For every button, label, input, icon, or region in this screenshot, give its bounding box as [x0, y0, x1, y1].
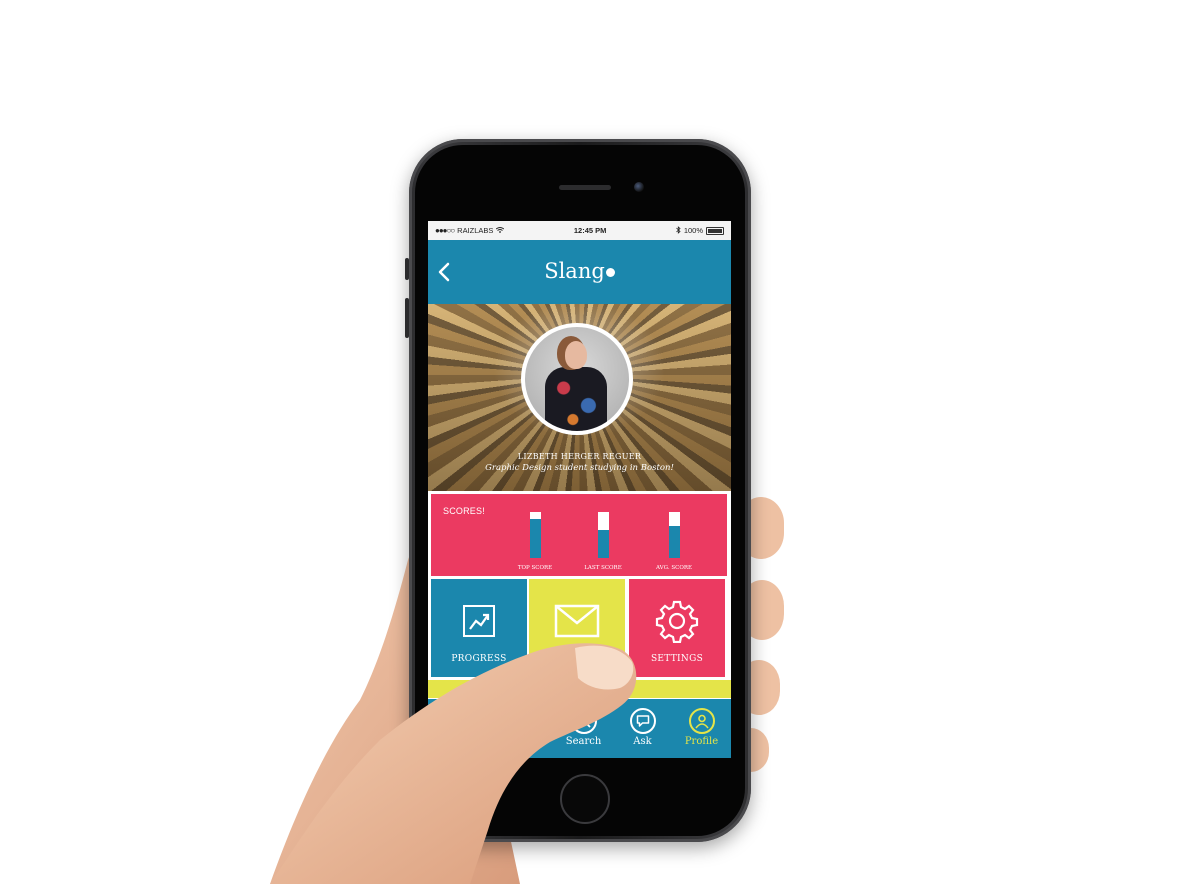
logo-dot [605, 268, 615, 277]
avatar[interactable] [521, 323, 633, 435]
score-bar-fill [598, 530, 609, 558]
battery-percent: 100% [683, 226, 703, 235]
app-title: Slang [428, 259, 731, 283]
tab-profile-label: Profile [684, 736, 719, 747]
tab-search-label: Search [565, 736, 602, 747]
user-icon [694, 714, 709, 729]
score-label-top: TOP SCORE [517, 565, 553, 571]
signal-strength: ●●●○○ [435, 226, 455, 235]
battery-icon [706, 226, 724, 235]
score-bar-last [598, 512, 609, 558]
tab-ask[interactable]: Ask [613, 699, 672, 758]
clock: 12:45 PM [573, 226, 607, 235]
profile-name: LIZBETH HERGER REGUER [517, 452, 642, 461]
app-title-text: Slang [544, 259, 605, 283]
score-bar-top [530, 512, 541, 558]
speech-bubble-icon [636, 715, 649, 727]
search-icon [577, 715, 591, 728]
status-bar: ●●●○○ RAIZLABS 12:45 PM 100% [428, 221, 731, 240]
bluetooth-icon [676, 225, 681, 236]
tab-bar: Search Ask Profile [428, 699, 731, 758]
more-tiles-row [428, 680, 731, 698]
nav-bar: Slang [428, 240, 731, 304]
speaker-grille [559, 185, 611, 190]
profile-bio: Graphic Design student studying in Bosto… [485, 463, 674, 473]
score-label-last: LAST SCORE [584, 565, 622, 571]
carrier-name: RAIZLABS [457, 226, 494, 235]
avatar-person-head [565, 341, 587, 369]
envelope-icon [554, 604, 600, 638]
progress-label: PROGRESS [451, 654, 507, 664]
messages-tile[interactable] [529, 579, 625, 677]
score-bar-fill [530, 518, 541, 558]
volume-up-button[interactable] [405, 298, 409, 338]
app-screen: ●●●○○ RAIZLABS 12:45 PM 100% Slang LIZBE… [428, 221, 731, 758]
scores-tile[interactable]: SCORES! TOP SCORE LAST SCORE AVG. SCORE [431, 494, 727, 576]
score-bar-fill [669, 525, 680, 558]
progress-tile[interactable]: PROGRESS [431, 579, 527, 677]
mute-switch [405, 258, 409, 280]
profile-header: LIZBETH HERGER REGUER Graphic Design stu… [428, 304, 731, 491]
settings-tile[interactable]: SETTINGS [629, 579, 725, 677]
gear-icon [655, 600, 699, 643]
tab-ask-label: Ask [633, 736, 652, 747]
home-button[interactable] [560, 774, 610, 824]
wifi-icon [496, 226, 505, 235]
chart-trend-icon [463, 605, 495, 637]
settings-label: SETTINGS [650, 654, 704, 664]
scores-title: SCORES! [443, 506, 485, 516]
tab-search[interactable]: Search [554, 699, 613, 758]
score-label-avg: AVG. SCORE [655, 565, 692, 571]
avatar-person-body [545, 367, 607, 431]
tab-profile[interactable]: Profile [672, 699, 731, 758]
score-bar-avg [669, 512, 680, 558]
front-camera [634, 182, 644, 192]
